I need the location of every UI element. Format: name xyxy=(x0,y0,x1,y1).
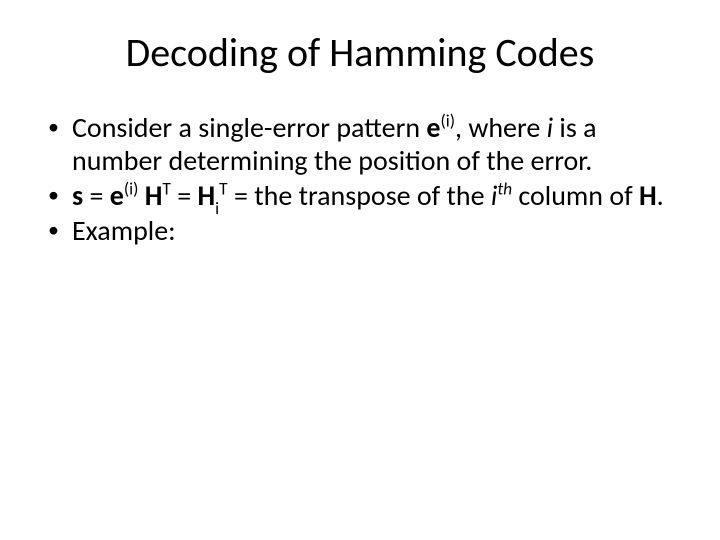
bullet-3: Example: xyxy=(46,214,680,247)
text: , where xyxy=(455,110,547,145)
ordinal-th: th xyxy=(497,178,512,200)
text: = xyxy=(83,178,110,213)
bullet-list: Consider a single-error pattern e(i), wh… xyxy=(46,111,680,247)
transpose: T xyxy=(219,178,227,200)
superscript-i: (i) xyxy=(440,110,455,132)
transpose: T xyxy=(162,178,170,200)
slide-title: Decoding of Hamming Codes xyxy=(40,28,680,77)
slide: Decoding of Hamming Codes Consider a sin… xyxy=(0,0,720,540)
matrix-h: H xyxy=(145,178,163,213)
text: = xyxy=(171,178,198,213)
text: . xyxy=(657,178,664,213)
bullet-1: Consider a single-error pattern e(i), wh… xyxy=(46,111,680,177)
vector-e: e xyxy=(110,178,124,213)
text: column of xyxy=(512,178,639,213)
superscript-i: (i) xyxy=(124,178,139,200)
text: Example: xyxy=(72,213,176,248)
text: = the transpose of the xyxy=(228,178,491,213)
bullet-2: s = e(i) HT = HiT = the transpose of the… xyxy=(46,179,680,212)
text: Consider a single-error pattern xyxy=(72,110,426,145)
matrix-h: H xyxy=(639,178,657,213)
vector-s: s xyxy=(72,178,83,213)
vector-e: e xyxy=(426,110,440,145)
matrix-h: H xyxy=(198,178,216,213)
